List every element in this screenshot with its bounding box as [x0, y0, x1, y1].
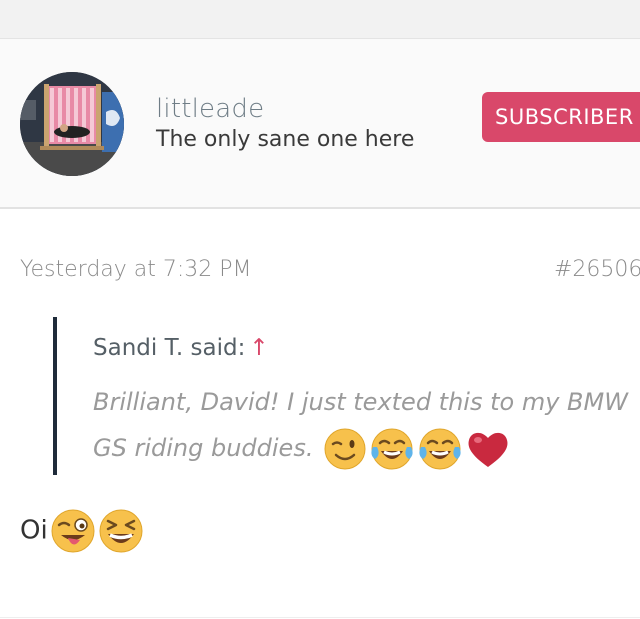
post-message: Oi: [20, 508, 144, 554]
user-header: littleade The only sane one here SUBSCRI…: [0, 39, 640, 209]
username[interactable]: littleade: [156, 94, 264, 124]
user-title: The only sane one here: [156, 127, 415, 152]
quote-attribution: Sandi T. said: ↑: [93, 335, 269, 361]
divider: [0, 617, 640, 618]
subscriber-badge: SUBSCRIBER: [482, 92, 640, 142]
face-with-tears-of-joy-icon: [417, 427, 463, 471]
jump-to-quote-icon[interactable]: ↑: [249, 335, 268, 361]
grinning-squinting-face-icon: [98, 508, 144, 554]
red-heart-icon: [465, 427, 511, 471]
top-bar: [0, 0, 640, 39]
post-number[interactable]: #26506: [554, 257, 640, 282]
winking-face-icon: [323, 427, 367, 471]
face-with-tears-of-joy-icon: [369, 427, 415, 471]
avatar-image: [20, 72, 124, 176]
quote-author: Sandi T. said:: [93, 335, 246, 361]
quote-block: Sandi T. said: ↑ Brilliant, David! I just…: [53, 317, 640, 475]
message-text: Oi: [20, 515, 48, 546]
post-date[interactable]: Yesterday at 7:32 PM: [20, 257, 252, 282]
avatar[interactable]: [20, 72, 124, 176]
quote-body: Brilliant, David! I just texted this to …: [93, 379, 633, 471]
winking-face-with-tongue-icon: [50, 508, 96, 554]
